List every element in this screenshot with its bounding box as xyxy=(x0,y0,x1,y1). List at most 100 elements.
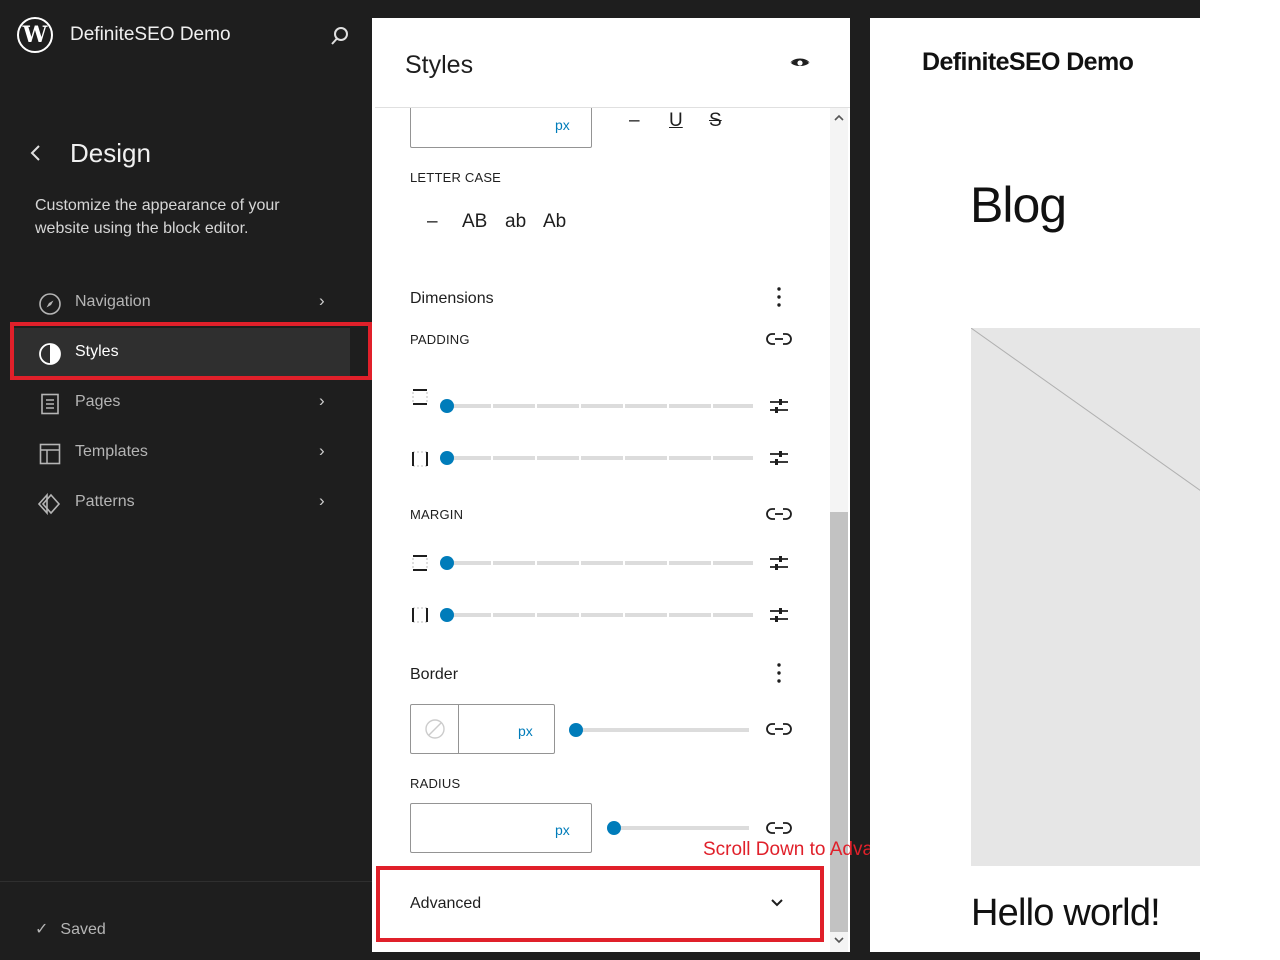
slider-tick xyxy=(535,613,537,617)
letter-case-capitalize-button[interactable]: Ab xyxy=(543,211,566,233)
custom-settings-icon[interactable] xyxy=(769,448,789,468)
padding-horizontal-thumb[interactable] xyxy=(440,451,454,465)
link-sides-icon[interactable] xyxy=(766,330,792,348)
sidebar-header: W DefiniteSEO Demo xyxy=(0,0,372,72)
border-width-slider[interactable] xyxy=(575,728,749,732)
slider-tick xyxy=(711,404,713,408)
letter-case-lower-button[interactable]: ab xyxy=(505,211,526,233)
radius-label: RADIUS xyxy=(410,776,461,791)
chevron-right-icon: › xyxy=(319,391,325,410)
padding-horizontal-slider[interactable] xyxy=(447,456,753,460)
panel-title: Styles xyxy=(405,51,474,79)
wordpress-logo-icon[interactable]: W xyxy=(17,17,53,53)
border-color-button[interactable] xyxy=(411,705,459,753)
decoration-none-button[interactable]: – xyxy=(629,110,640,132)
placeholder-diagonal-icon xyxy=(970,327,1200,491)
slider-tick xyxy=(579,456,581,460)
site-title[interactable]: DefiniteSEO Demo xyxy=(70,24,231,46)
slider-tick xyxy=(711,456,713,460)
padding-vertical-icon xyxy=(412,389,428,405)
save-status-label: Saved xyxy=(60,921,106,938)
sidebar-item-patterns[interactable]: Patterns › xyxy=(14,478,350,530)
slider-tick xyxy=(667,456,669,460)
border-options-icon[interactable] xyxy=(776,662,782,684)
slider-tick xyxy=(491,561,493,565)
letter-case-label: LETTER CASE xyxy=(410,170,502,185)
padding-horizontal-icon xyxy=(412,451,428,467)
padding-vertical-thumb[interactable] xyxy=(440,399,454,413)
dimensions-title: Dimensions xyxy=(410,290,494,307)
back-button[interactable] xyxy=(24,140,48,166)
margin-horizontal-slider[interactable] xyxy=(447,613,753,617)
no-color-icon xyxy=(425,719,445,739)
custom-settings-icon[interactable] xyxy=(769,396,789,416)
panel-scrollbar[interactable] xyxy=(830,108,848,952)
featured-image-placeholder xyxy=(970,327,1200,866)
slider-tick xyxy=(667,561,669,565)
margin-vertical-slider[interactable] xyxy=(447,561,753,565)
check-icon: ✓ xyxy=(35,921,49,938)
styles-highlight-box xyxy=(10,322,372,380)
advanced-highlight-box xyxy=(376,866,824,942)
save-status: ✓ Saved xyxy=(35,919,106,939)
link-corners-icon[interactable] xyxy=(766,819,792,837)
symbol-icon xyxy=(38,492,61,516)
custom-settings-icon[interactable] xyxy=(769,605,789,625)
radius-slider[interactable] xyxy=(613,826,749,830)
styles-panel-header: Styles xyxy=(375,18,850,108)
sidebar-item-templates[interactable]: Templates › xyxy=(14,428,350,480)
site-preview[interactable]: DefiniteSEO Demo Blog Hello world! xyxy=(870,18,1200,952)
sidebar-item-label: Templates xyxy=(75,443,148,460)
radius-thumb[interactable] xyxy=(607,821,621,835)
border-width-thumb[interactable] xyxy=(569,723,583,737)
link-sides-icon[interactable] xyxy=(766,720,792,738)
custom-settings-icon[interactable] xyxy=(769,553,789,573)
border-width-input[interactable]: px xyxy=(410,704,555,754)
compass-icon xyxy=(39,293,61,315)
letter-case-upper-button[interactable]: AB xyxy=(462,211,487,233)
scroll-up-icon[interactable] xyxy=(833,112,845,124)
preview-heading: Blog xyxy=(970,177,1067,233)
margin-vertical-icon xyxy=(412,555,428,571)
padding-vertical-slider[interactable] xyxy=(447,404,753,408)
section-title: Design xyxy=(70,138,151,168)
slider-tick xyxy=(667,613,669,617)
unit-label: px xyxy=(555,822,570,838)
margin-horizontal-icon xyxy=(412,607,428,623)
sidebar-item-label: Navigation xyxy=(75,293,151,310)
dimensions-options-icon[interactable] xyxy=(776,286,782,308)
margin-horizontal-thumb[interactable] xyxy=(440,608,454,622)
slider-tick xyxy=(535,404,537,408)
search-icon[interactable] xyxy=(328,24,352,48)
slider-tick xyxy=(579,561,581,565)
unit-label: px xyxy=(555,117,570,133)
preview-post-title: Hello world! xyxy=(971,892,1161,934)
preview-eye-icon[interactable] xyxy=(788,51,812,75)
margin-vertical-thumb[interactable] xyxy=(440,556,454,570)
chevron-left-icon xyxy=(30,145,40,161)
sidebar-item-label: Pages xyxy=(75,393,121,410)
slider-tick xyxy=(579,404,581,408)
section-description: Customize the appearance of your website… xyxy=(35,197,280,237)
scrollbar-thumb[interactable] xyxy=(830,512,848,932)
scroll-down-icon[interactable] xyxy=(833,934,845,946)
slider-tick xyxy=(623,613,625,617)
slider-tick xyxy=(711,613,713,617)
styles-panel-body: px – U S LETTER CASE – AB ab Ab Dimensio… xyxy=(375,108,830,952)
decoration-underline-button[interactable]: U xyxy=(669,110,683,132)
frame-top xyxy=(372,0,1200,18)
font-size-input[interactable]: px xyxy=(410,108,592,148)
sidebar-footer: ✓ Saved xyxy=(0,881,372,960)
slider-tick xyxy=(667,404,669,408)
decoration-strikethrough-button[interactable]: S xyxy=(709,110,722,132)
chevron-right-icon: › xyxy=(319,441,325,460)
chevron-right-icon: › xyxy=(319,491,325,510)
sidebar-item-pages[interactable]: Pages › xyxy=(14,378,350,430)
sidebar: W DefiniteSEO Demo Design Customize the … xyxy=(0,0,372,960)
link-sides-icon[interactable] xyxy=(766,505,792,523)
slider-tick xyxy=(579,613,581,617)
letter-case-none-button[interactable]: – xyxy=(427,211,438,233)
radius-input[interactable]: px xyxy=(410,803,592,853)
margin-label: MARGIN xyxy=(410,507,464,522)
page-right-margin xyxy=(1200,0,1280,960)
